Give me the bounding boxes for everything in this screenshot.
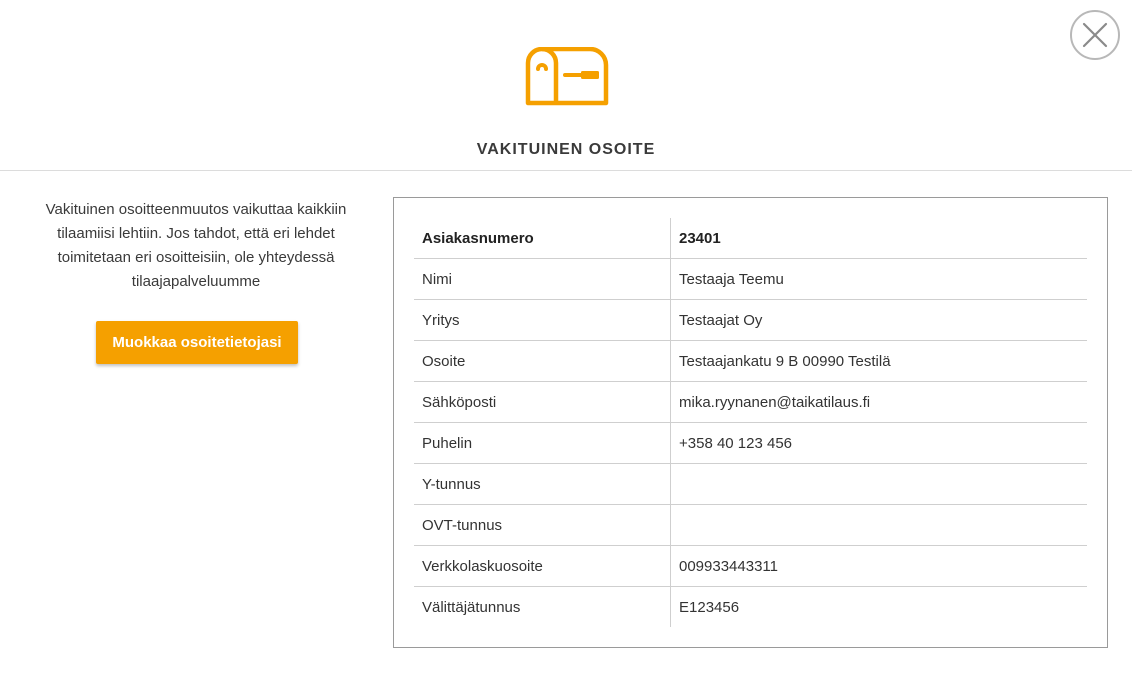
table-row: Välittäjätunnus E123456 bbox=[414, 586, 1087, 627]
row-label: Välittäjätunnus bbox=[414, 586, 671, 627]
row-value: mika.ryynanen@taikatilaus.fi bbox=[670, 381, 1087, 423]
row-value bbox=[670, 463, 1087, 505]
page-title: VAKITUINEN OSOITE bbox=[476, 141, 656, 158]
header-divider bbox=[0, 170, 1132, 171]
row-label: Yritys bbox=[414, 299, 671, 341]
row-value: Testaajat Oy bbox=[670, 299, 1087, 341]
row-value: +358 40 123 456 bbox=[670, 422, 1087, 464]
table-row: Verkkolaskuosoite 009933443311 bbox=[414, 545, 1087, 587]
table-row: OVT-tunnus bbox=[414, 504, 1087, 546]
info-text: Vakituinen osoitteenmuutos vaikuttaa kai… bbox=[45, 201, 347, 290]
table-row: Puhelin +358 40 123 456 bbox=[414, 422, 1087, 464]
customer-details-panel: Asiakasnumero 23401 Nimi Testaaja Teemu … bbox=[393, 197, 1108, 648]
table-row: Osoite Testaajankatu 9 B 00990 Testilä bbox=[414, 340, 1087, 382]
mailbox-icon bbox=[525, 47, 609, 106]
row-value: 23401 bbox=[670, 218, 1087, 259]
row-value: Testaajankatu 9 B 00990 Testilä bbox=[670, 340, 1087, 382]
row-label: Y-tunnus bbox=[414, 463, 671, 505]
edit-address-button[interactable]: Muokkaa osoitetietojasi bbox=[96, 321, 298, 364]
close-button[interactable] bbox=[1070, 10, 1120, 60]
row-value: E123456 bbox=[679, 598, 740, 616]
table-row: Nimi Testaaja Teemu bbox=[414, 258, 1087, 300]
close-icon bbox=[1082, 22, 1108, 48]
table-row: Yritys Testaajat Oy bbox=[414, 299, 1087, 341]
row-value: 009933443311 bbox=[670, 545, 1087, 587]
table-row: Asiakasnumero 23401 bbox=[414, 218, 1087, 259]
address-modal: VAKITUINEN OSOITE Vakituinen osoitteenmu… bbox=[0, 0, 1132, 690]
customer-details-table: Asiakasnumero 23401 Nimi Testaaja Teemu … bbox=[414, 218, 1087, 627]
row-value: Testaaja Teemu bbox=[670, 258, 1087, 300]
row-label: Osoite bbox=[414, 340, 671, 382]
row-label: Sähköposti bbox=[414, 381, 671, 423]
table-row: Y-tunnus bbox=[414, 463, 1087, 505]
row-value bbox=[670, 504, 1087, 546]
row-label: Asiakasnumero bbox=[414, 218, 671, 259]
row-label: Nimi bbox=[414, 258, 671, 300]
row-label: Verkkolaskuosoite bbox=[414, 545, 671, 587]
row-label: Puhelin bbox=[414, 422, 671, 464]
row-label: OVT-tunnus bbox=[414, 504, 671, 546]
table-row: Sähköposti mika.ryynanen@taikatilaus.fi bbox=[414, 381, 1087, 423]
